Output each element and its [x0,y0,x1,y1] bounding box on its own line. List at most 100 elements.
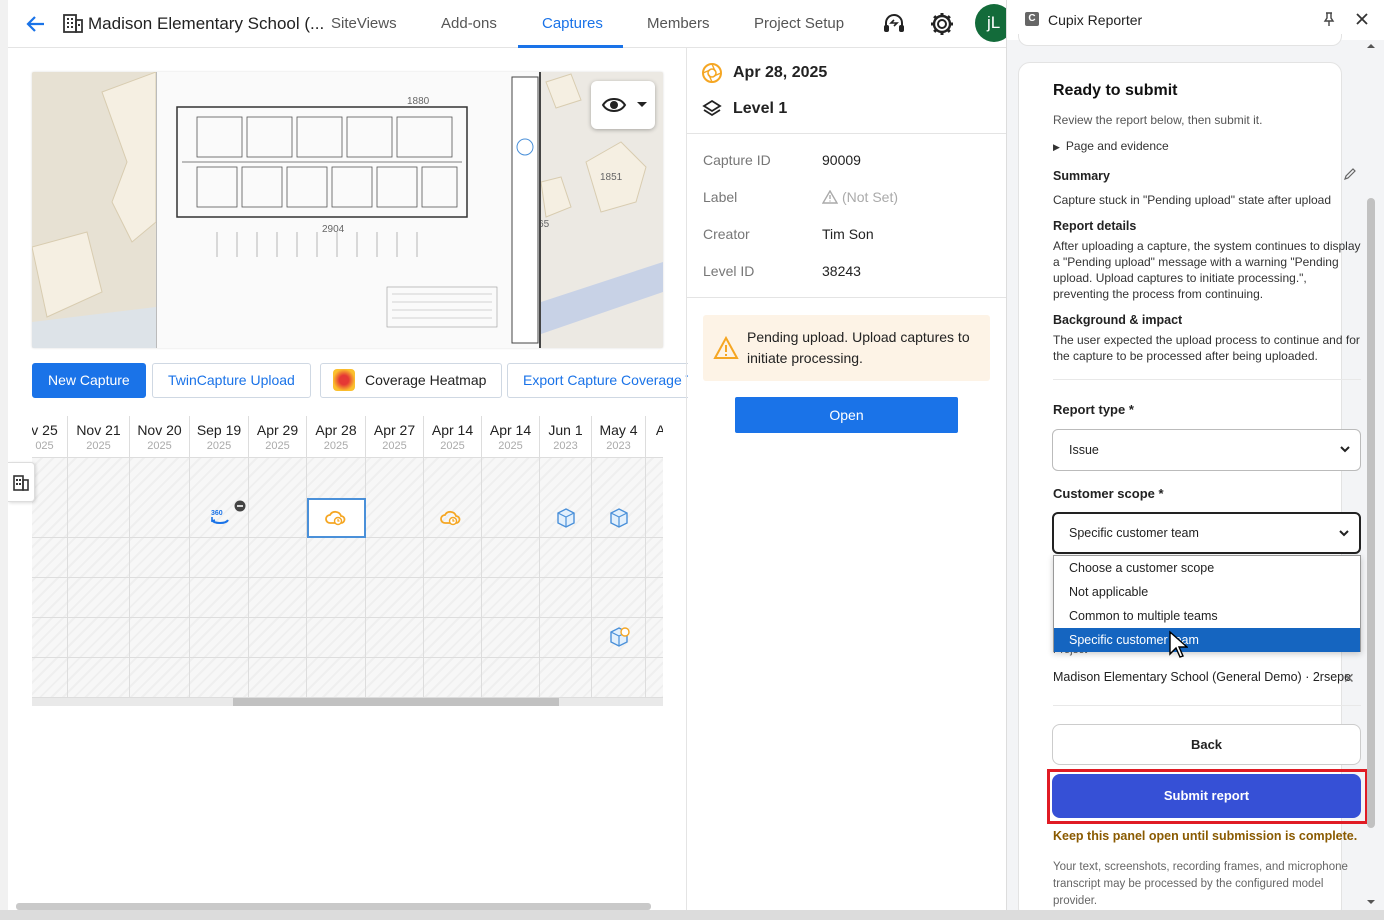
floorplan-sheet: 1880 2904 [156,72,541,348]
page-evidence-disclosure[interactable]: ▶ Page and evidence [1053,138,1169,155]
timeline-column[interactable]: Nov 21 2025 [68,416,130,698]
main-horizontal-scrollbar[interactable] [16,903,651,910]
floorplan-map[interactable]: 1880 2904 1851 1865 [32,72,663,348]
tab-siteviews[interactable]: SiteViews [331,15,397,32]
capture-360-icon[interactable]: 360 [209,506,231,528]
window-bottom-edge [0,910,1384,920]
ready-heading: Ready to submit [1053,82,1178,99]
report-type-label: Report type * [1053,402,1134,417]
mouse-cursor-icon [1169,630,1188,658]
map-label-2904: 2904 [322,224,345,235]
building-small-icon [13,475,29,491]
pending-upload-warning: Pending upload. Upload captures to initi… [703,315,990,381]
capture-date-row: Apr 28, 2025 [701,62,827,84]
timeline-column[interactable]: Apr 14 2025 [482,416,540,698]
timeline-column[interactable]: Apr 28 2025 [307,416,366,698]
scrollbar-thumb[interactable] [233,698,559,706]
warning-outline-icon [821,189,839,204]
scope-option-common-teams[interactable]: Common to multiple teams [1054,604,1360,628]
warning-triangle-icon [713,336,739,359]
cupix-reporter-panel: C Cupix Reporter Ready to submit Review … [1006,0,1384,910]
submit-report-button[interactable]: Submit report [1052,774,1361,818]
customer-scope-value: Specific customer team [1069,526,1199,540]
background-impact-text: The user expected the upload process to … [1053,333,1360,363]
user-avatar[interactable]: jL [975,4,1006,42]
divider [1053,705,1361,706]
capture-camera-icon [702,63,722,83]
building-icon [63,14,83,33]
timeline-column[interactable]: Apr 14 2025 [424,416,482,698]
warning-message: Pending upload. Upload captures to initi… [747,329,970,366]
new-capture-button[interactable]: New Capture [32,363,146,398]
tab-project-setup[interactable]: Project Setup [754,15,844,32]
map-aerial-left [32,72,157,348]
clear-project-icon[interactable]: ✕ [1343,670,1355,687]
timeline-column[interactable]: Sep 19 2025 [190,416,249,698]
ready-subheading: Review the report below, then submit it. [1053,113,1263,127]
timeline-column[interactable]: Apr 29 2025 [249,416,307,698]
timeline-column[interactable]: v 25 025 [32,416,68,698]
edit-pencil-icon[interactable] [1343,167,1357,181]
timeline-column[interactable]: Jun 1 2023 [540,416,592,698]
label-value[interactable]: (Not Set) [821,189,898,205]
map-label-1865: 1865 [541,219,550,230]
timeline-column[interactable]: May 4 2023 [592,416,646,698]
level-id-value: 38243 [822,263,861,279]
report-details-text: After uploading a capture, the system co… [1053,239,1361,301]
timeline-horizontal-scrollbar[interactable] [32,698,663,706]
capture-date: Apr 28, 2025 [733,64,828,81]
timeline-column[interactable]: A [646,416,663,698]
timeline-column[interactable]: Nov 20 2025 [130,416,190,698]
cube-processing-icon[interactable] [608,626,630,648]
report-type-value: Issue [1069,443,1099,457]
scope-option-not-applicable[interactable]: Not applicable [1054,580,1360,604]
back-button[interactable]: Back [1052,724,1361,765]
scope-option-choose[interactable]: Choose a customer scope [1054,556,1360,580]
keep-open-notice: Keep this panel open until submission is… [1053,829,1358,843]
scope-option-specific-team[interactable]: Specific customer team [1054,628,1360,652]
divider [687,133,1006,134]
pending-badge-icon [234,500,246,512]
support-headset-icon[interactable] [881,11,907,37]
privacy-notice: Your text, screenshots, recording frames… [1053,861,1348,907]
cube-capture-icon[interactable] [608,507,630,529]
floor-list-toggle[interactable] [8,462,35,502]
customer-scope-dropdown: Choose a customer scope Not applicable C… [1053,555,1361,652]
coverage-heatmap-label: Coverage Heatmap [365,372,487,388]
cube-capture-icon[interactable] [555,507,577,529]
customer-scope-select[interactable]: Specific customer team [1052,512,1361,554]
scroll-down-icon[interactable] [1366,898,1376,906]
cloud-pending-icon[interactable] [325,507,347,529]
chevron-down-icon [1340,446,1350,453]
visibility-toggle-button[interactable] [591,81,655,129]
pin-icon[interactable] [1321,11,1337,27]
label-label: Label [703,189,738,205]
scrollbar-thumb[interactable] [1367,198,1375,828]
settings-gear-icon[interactable] [929,11,955,37]
coverage-heatmap-button[interactable]: Coverage Heatmap [320,363,503,398]
export-coverage-button[interactable]: Export Capture Coverage T [507,363,688,398]
capture-timeline[interactable]: v 25 025 Nov 21 2025 Nov 20 2025 Sep 19 2025… [32,416,663,706]
report-details-label: Report details [1053,219,1137,233]
summary-text: Capture stuck in "Pending upload" state … [1053,193,1332,207]
close-icon[interactable] [1353,10,1371,28]
twincapture-upload-button[interactable]: TwinCapture Upload [152,363,311,398]
scroll-up-icon[interactable] [1366,42,1376,50]
project-title[interactable]: Madison Elementary School (... [88,14,324,34]
cloud-pending-icon[interactable] [440,507,462,529]
screen: Madison Elementary School (... SiteViews… [0,0,1384,920]
timeline-column[interactable]: Apr 27 2025 [366,416,424,698]
svg-text:360: 360 [211,510,223,517]
open-capture-button[interactable]: Open [735,397,958,433]
background-impact-label: Background & impact [1053,313,1183,327]
tab-captures[interactable]: Captures [542,15,603,32]
map-label-1880: 1880 [407,96,430,107]
report-type-select[interactable]: Issue [1052,429,1361,471]
back-arrow-icon[interactable] [24,12,48,36]
reporter-logo: C [1025,12,1039,26]
map-buildings-left [32,72,157,348]
tab-add-ons[interactable]: Add-ons [441,15,497,32]
tab-members[interactable]: Members [647,15,710,32]
reporter-vertical-scrollbar[interactable] [1366,40,1376,910]
floorplan-drawing: 1880 2904 [176,76,539,344]
